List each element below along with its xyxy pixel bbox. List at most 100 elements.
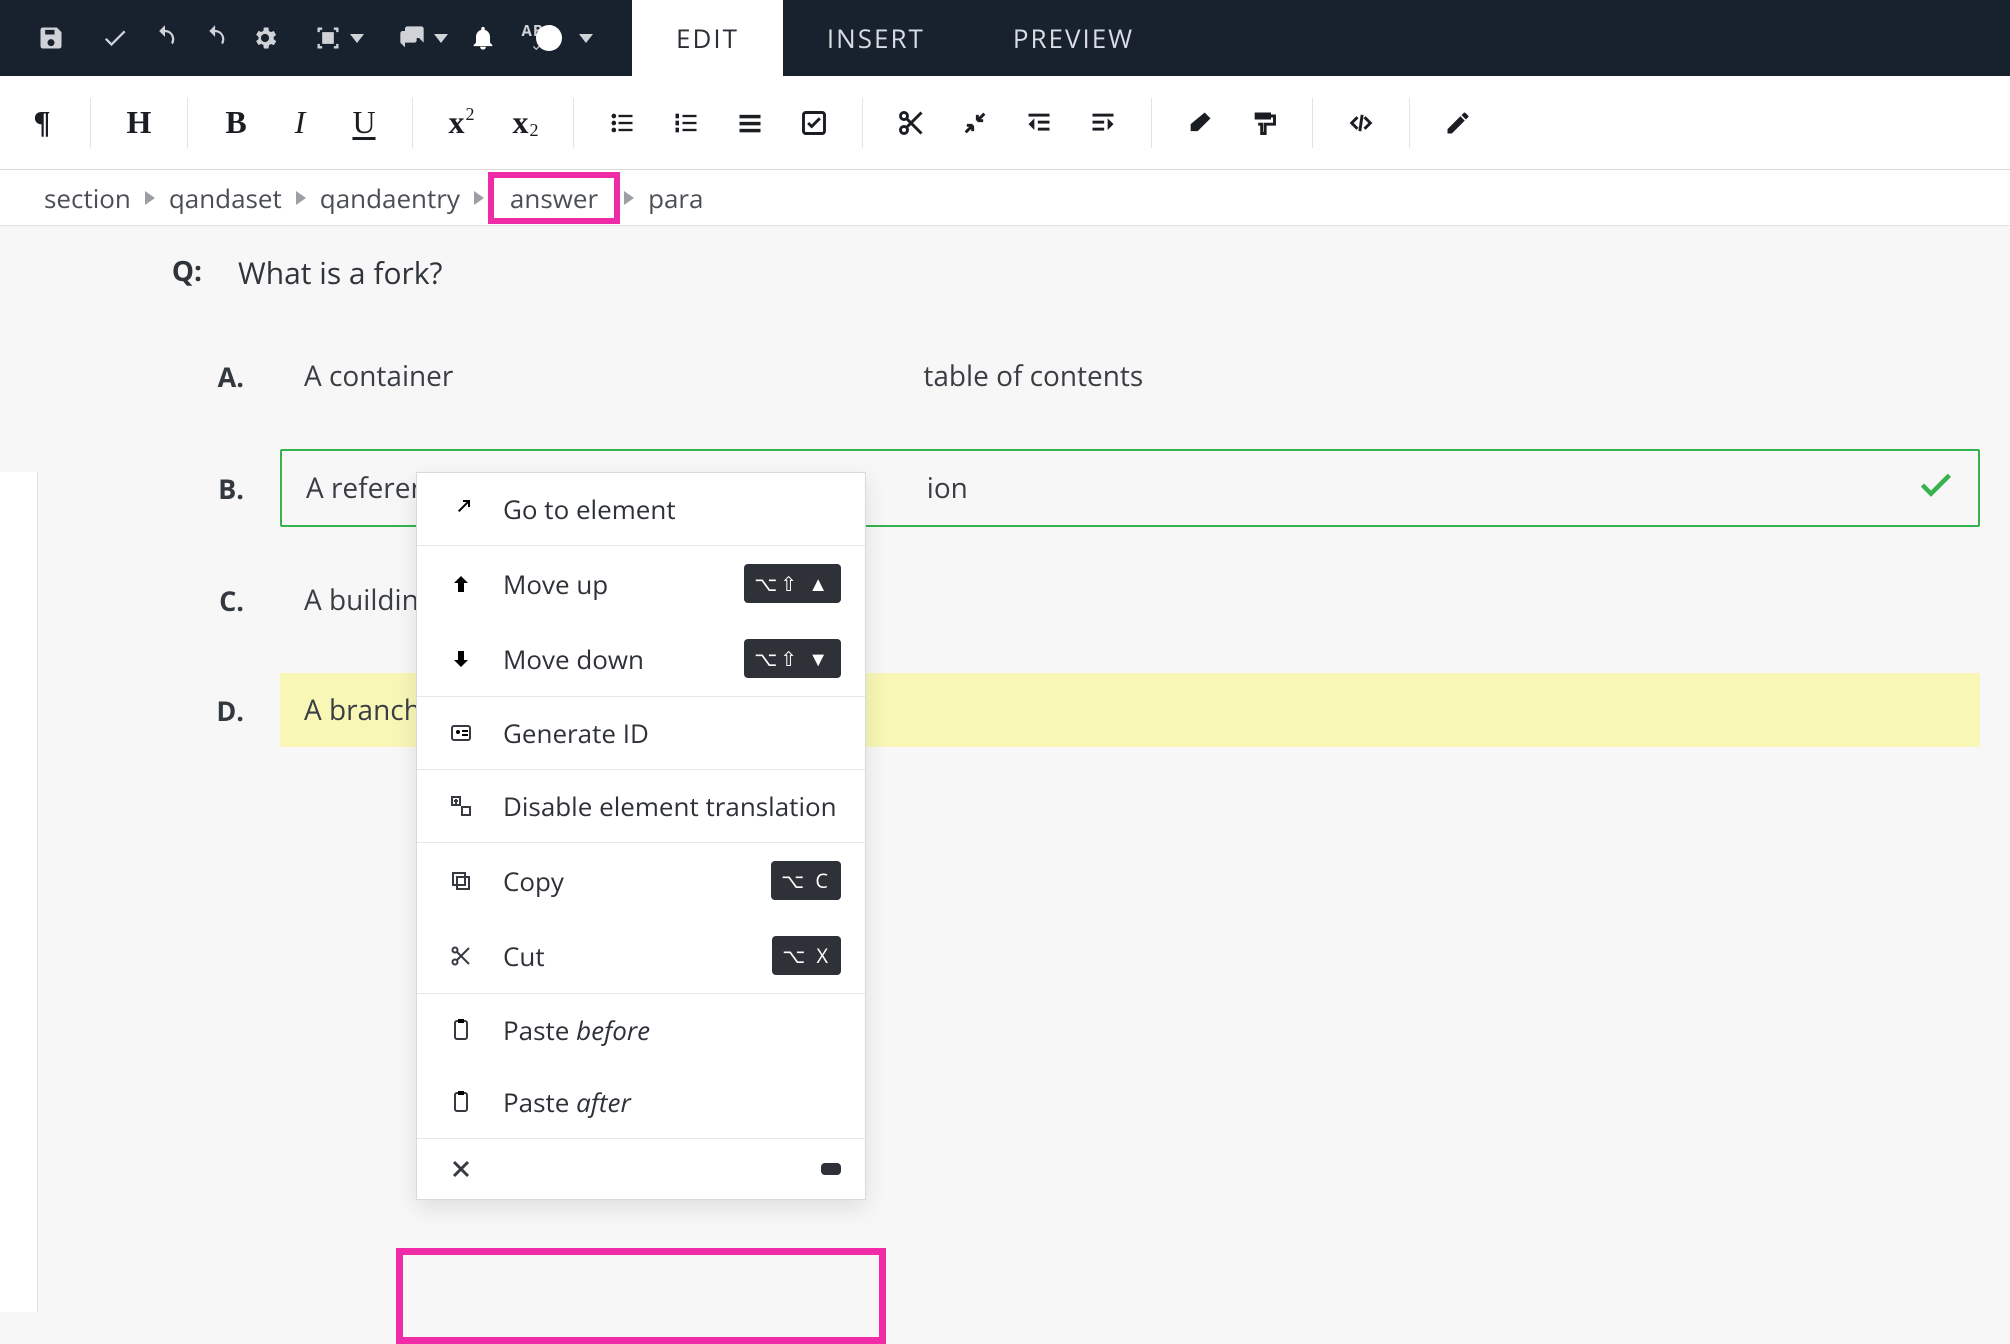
bell-icon (469, 22, 497, 54)
answer-row-a: A. A container table of contents (184, 339, 1980, 413)
subscript-button[interactable]: x2 (493, 95, 557, 151)
source-code-button[interactable] (1329, 95, 1393, 151)
ctx-generate-id[interactable]: Generate ID (417, 697, 865, 769)
chevron-right-icon (296, 191, 306, 205)
redo-button[interactable] (190, 16, 240, 60)
superscript-button[interactable]: x2 (429, 95, 493, 151)
tab-insert[interactable]: INSERT (783, 0, 969, 76)
arrow-down-icon (441, 647, 481, 671)
comments-button[interactable] (388, 16, 458, 60)
chevron-down-icon (434, 34, 448, 43)
gear-icon (251, 24, 279, 52)
answer-label: B. (184, 470, 244, 507)
checkbox-icon (800, 109, 828, 137)
outdent-icon (1025, 109, 1053, 137)
outdent-button[interactable] (1007, 95, 1071, 151)
edit-button[interactable] (1426, 95, 1490, 151)
shortcut-badge (821, 1163, 841, 1175)
answer-label: A. (184, 358, 244, 395)
ctx-disable-translation[interactable]: Disable element translation (417, 770, 865, 842)
question-row: Q: What is a fork? (150, 252, 1980, 293)
settings-button[interactable] (240, 16, 290, 60)
chevron-right-icon (624, 191, 634, 205)
mode-tabs: EDIT INSERT PREVIEW (632, 0, 1178, 76)
answer-label: C. (184, 582, 244, 619)
code-icon (1347, 109, 1375, 137)
undo-icon (151, 24, 179, 52)
format-ribbon: ¶ H B I U x2 x2 (0, 76, 2010, 170)
checkbox-button[interactable] (782, 95, 846, 151)
redo-icon (201, 24, 229, 52)
document: Q: What is a fork? A. A container table … (0, 226, 2010, 747)
group-select-button[interactable] (304, 16, 374, 60)
share-icon (441, 497, 481, 521)
group-select-icon (314, 24, 342, 52)
ctx-paste-before[interactable]: Paste before (417, 994, 865, 1066)
arrow-up-icon (441, 572, 481, 596)
bullet-list-icon (608, 109, 636, 137)
copy-icon (441, 869, 481, 893)
indent-icon (1089, 109, 1117, 137)
crumb-section[interactable]: section (34, 176, 141, 220)
crumb-qandaset[interactable]: qandaset (159, 176, 292, 220)
paste-icon (441, 1090, 481, 1114)
context-menu: Go to element Move up ⌥⇧ ▲ Move down ⌥⇧ … (416, 472, 866, 1200)
step-list-icon (736, 109, 764, 137)
id-card-icon (441, 721, 481, 745)
numbered-list-icon (672, 109, 700, 137)
step-list-button[interactable] (718, 95, 782, 151)
chevron-down-icon (350, 34, 364, 43)
cut-toolbar-button[interactable] (879, 95, 943, 151)
heading-button[interactable]: H (107, 95, 171, 151)
chevron-right-icon (145, 191, 155, 205)
ctx-cut[interactable]: Cut ⌥ X (417, 918, 865, 993)
comments-icon (398, 24, 426, 52)
chevron-down-icon (579, 34, 593, 43)
topbar: ABC EDIT INSERT PREVIEW (0, 0, 2010, 76)
format-painter-button[interactable] (1232, 95, 1296, 151)
answer-box[interactable]: A container table of contents (280, 339, 1980, 413)
tab-preview[interactable]: PREVIEW (969, 0, 1178, 76)
italic-button[interactable]: I (268, 95, 332, 151)
approve-button[interactable] (90, 16, 140, 60)
tab-edit[interactable]: EDIT (632, 0, 783, 76)
save-button[interactable] (26, 16, 76, 60)
ctx-delete[interactable] (417, 1139, 865, 1199)
scissors-icon (441, 944, 481, 968)
collapse-button[interactable] (943, 95, 1007, 151)
ctx-paste-after[interactable]: Paste after (417, 1066, 865, 1138)
ctx-move-down[interactable]: Move down ⌥⇧ ▼ (417, 621, 865, 696)
paragraph-mark-button[interactable]: ¶ (10, 95, 74, 151)
crumb-para[interactable]: para (638, 176, 713, 220)
question-text[interactable]: What is a fork? (238, 252, 443, 293)
answer-text-after: table of contents (923, 357, 1143, 395)
bullet-list-button[interactable] (590, 95, 654, 151)
ctx-go-to-element[interactable]: Go to element (417, 473, 865, 545)
ctx-paste-before-label: Paste before (503, 1012, 841, 1048)
check-icon (101, 24, 129, 52)
ctx-copy[interactable]: Copy ⌥ C (417, 843, 865, 918)
answer-text: A container (304, 357, 453, 395)
breadcrumb: section qandaset qandaentry answer para (0, 170, 2010, 226)
indent-button[interactable] (1071, 95, 1135, 151)
crumb-answer[interactable]: answer (488, 172, 620, 224)
undo-button[interactable] (140, 16, 190, 60)
underline-button[interactable]: U (332, 95, 396, 151)
notifications-button[interactable] (458, 16, 508, 60)
translate-icon (441, 794, 481, 818)
erase-button[interactable] (1168, 95, 1232, 151)
question-label: Q: (150, 252, 202, 290)
bold-button[interactable]: B (204, 95, 268, 151)
close-icon (441, 1157, 481, 1181)
spellcheck-toggle[interactable]: ABC (522, 16, 592, 60)
chevron-right-icon (474, 191, 484, 205)
shortcut-badge: ⌥ X (772, 936, 841, 975)
ctx-move-up[interactable]: Move up ⌥⇧ ▲ (417, 546, 865, 621)
collapse-icon (961, 109, 989, 137)
eraser-icon (1186, 109, 1214, 137)
numbered-list-button[interactable] (654, 95, 718, 151)
paste-icon (441, 1018, 481, 1042)
answer-label: D. (184, 692, 244, 729)
delete-highlight (396, 1248, 886, 1344)
crumb-qandaentry[interactable]: qandaentry (310, 176, 470, 220)
